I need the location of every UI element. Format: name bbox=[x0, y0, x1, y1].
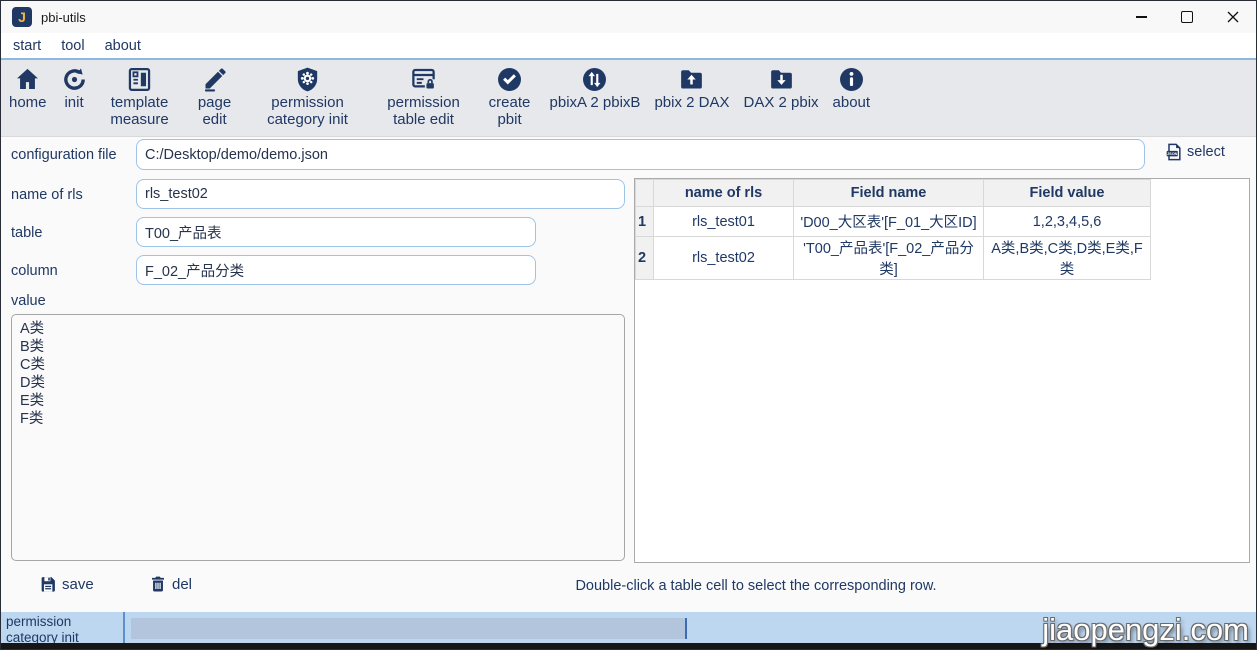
value-textarea[interactable]: A类 B类 C类 D类 E类 F类 bbox=[11, 314, 625, 561]
toolbar-pbixa-2-pbixb[interactable]: pbixA 2 pbixB bbox=[550, 66, 640, 111]
cell-field-value[interactable]: 1,2,3,4,5,6 bbox=[983, 206, 1151, 237]
permission-table-edit-icon bbox=[412, 68, 436, 89]
home-icon bbox=[17, 68, 39, 89]
header-field-name: Field name bbox=[793, 179, 984, 207]
select-file-button[interactable]: JSON select bbox=[1164, 142, 1225, 162]
value-label: value bbox=[11, 293, 46, 309]
close-icon bbox=[1227, 11, 1239, 23]
menu-bar: start tool about bbox=[1, 33, 1256, 58]
window-controls bbox=[1118, 1, 1256, 33]
template-measure-icon bbox=[128, 67, 151, 91]
cell-field-name[interactable]: 'T00_产品表'[F_02_产品分类] bbox=[793, 236, 984, 280]
maximize-icon bbox=[1181, 11, 1193, 23]
json-file-icon: JSON bbox=[1166, 143, 1181, 161]
create-pbit-icon bbox=[498, 67, 522, 91]
toolbar-dax-2-pbix[interactable]: DAX 2 pbix bbox=[743, 66, 819, 111]
app-icon: J bbox=[12, 7, 32, 27]
rls-table-panel: name of rls Field name Field value 1 rls… bbox=[634, 178, 1250, 563]
menu-tool[interactable]: tool bbox=[51, 38, 94, 54]
table-label: table bbox=[11, 225, 43, 241]
column-input[interactable] bbox=[136, 255, 536, 285]
pbix-2-dax-icon bbox=[681, 69, 703, 88]
rls-name-input[interactable] bbox=[136, 179, 625, 209]
permission-category-init-icon bbox=[297, 67, 318, 91]
header-field-value: Field value bbox=[983, 179, 1151, 207]
page-edit-icon bbox=[204, 67, 226, 92]
toolbar-home[interactable]: home bbox=[9, 66, 47, 111]
progress-bar bbox=[131, 618, 687, 639]
config-file-input[interactable] bbox=[136, 139, 1145, 170]
cell-name-of-rls[interactable]: rls_test02 bbox=[653, 236, 794, 280]
window-title: pbi-utils bbox=[41, 9, 86, 25]
table-row: 2 rls_test02 'T00_产品表'[F_02_产品分类] A类,B类,… bbox=[635, 236, 1151, 280]
toolbar-permission-table-edit[interactable]: permission table edit bbox=[378, 66, 470, 128]
minimize-button[interactable] bbox=[1118, 1, 1164, 33]
cell-field-value[interactable]: A类,B类,C类,D类,E类,F类 bbox=[983, 236, 1151, 280]
save-icon bbox=[41, 577, 55, 592]
table-row: 1 rls_test01 'D00_大区表'[F_01_大区ID] 1,2,3,… bbox=[635, 206, 1151, 237]
status-task-label: permission category init bbox=[6, 614, 79, 645]
app-window: J pbi-utils start tool about home init t… bbox=[0, 0, 1257, 650]
maximize-button[interactable] bbox=[1164, 1, 1210, 33]
toolbar-init[interactable]: init bbox=[61, 66, 88, 111]
rls-name-label: name of rls bbox=[11, 187, 83, 203]
svg-text:JSON: JSON bbox=[1167, 152, 1178, 156]
trash-icon bbox=[152, 576, 164, 592]
toolbar-page-edit[interactable]: page edit bbox=[192, 66, 238, 128]
row-number: 2 bbox=[635, 236, 654, 280]
app-icon-letter: J bbox=[18, 9, 26, 25]
del-label: del bbox=[172, 575, 193, 593]
save-button[interactable]: save bbox=[39, 575, 94, 593]
toolbar-template-measure[interactable]: template measure bbox=[102, 66, 178, 128]
del-button[interactable]: del bbox=[149, 575, 192, 593]
header-name-of-rls: name of rls bbox=[653, 179, 794, 207]
cell-name-of-rls[interactable]: rls_test01 bbox=[653, 206, 794, 237]
column-label: column bbox=[11, 263, 58, 279]
table-input[interactable] bbox=[136, 217, 536, 247]
close-button[interactable] bbox=[1210, 1, 1256, 33]
toolbar-permission-category-init[interactable]: permission category init bbox=[252, 66, 364, 128]
menu-about[interactable]: about bbox=[95, 38, 151, 54]
toolbar-about[interactable]: about bbox=[833, 66, 870, 111]
row-number: 1 bbox=[635, 206, 654, 237]
toolbar: home init template measure page edit per… bbox=[1, 59, 1256, 137]
toolbar-create-pbit[interactable]: create pbit bbox=[484, 66, 536, 128]
watermark: jiaopengzi.com bbox=[1042, 612, 1249, 647]
double-click-hint: Double-click a table cell to select the … bbox=[575, 578, 937, 594]
toolbar-pbix-2-dax[interactable]: pbix 2 DAX bbox=[654, 66, 729, 111]
table-header-row: name of rls Field name Field value bbox=[635, 179, 1151, 207]
config-file-label: configuration file bbox=[11, 147, 117, 163]
save-label: save bbox=[62, 575, 94, 593]
select-label: select bbox=[1187, 144, 1225, 160]
about-icon bbox=[839, 67, 863, 91]
rls-table: name of rls Field name Field value 1 rls… bbox=[635, 179, 1151, 280]
init-icon bbox=[63, 67, 85, 90]
cell-field-name[interactable]: 'D00_大区表'[F_01_大区ID] bbox=[793, 206, 984, 237]
dax-2-pbix-icon bbox=[770, 69, 792, 88]
minimize-icon bbox=[1135, 16, 1147, 18]
corner-cell bbox=[635, 179, 654, 207]
pbixa-2-pbixb-icon bbox=[583, 67, 607, 91]
title-bar: J pbi-utils bbox=[1, 1, 1256, 33]
menu-start[interactable]: start bbox=[3, 38, 51, 54]
